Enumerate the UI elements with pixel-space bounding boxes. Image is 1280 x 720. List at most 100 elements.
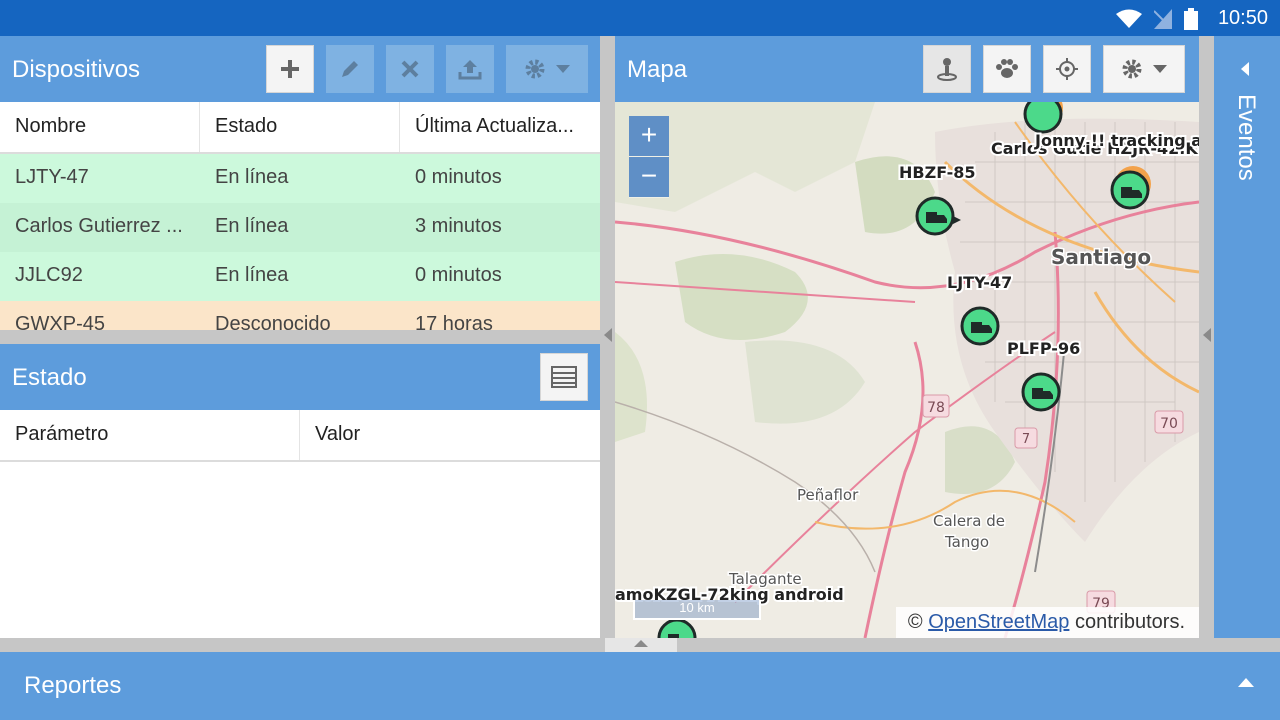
devices-title: Dispositivos xyxy=(12,56,141,83)
collapse-right-icon xyxy=(1203,328,1211,342)
column-header[interactable]: Estado xyxy=(200,102,400,152)
chevron-down-icon xyxy=(1153,65,1167,73)
road-shield: 70 xyxy=(1154,410,1184,434)
map-settings-button[interactable] xyxy=(1103,45,1185,93)
map-events-splitter[interactable] xyxy=(1199,36,1214,638)
chevron-up-icon[interactable] xyxy=(1238,676,1254,688)
place-label: Calera de xyxy=(933,512,1005,530)
place-label: Peñaflor xyxy=(797,486,859,504)
reports-splitter-handle[interactable] xyxy=(605,638,677,652)
reports-title: Reportes xyxy=(24,672,122,699)
state-header: Estado xyxy=(0,344,600,410)
place-label: Santiago xyxy=(1051,245,1151,269)
state-title: Estado xyxy=(12,364,87,391)
device-status: En línea xyxy=(215,215,289,237)
device-updated: 17 horas xyxy=(415,313,493,330)
vehicle-marker[interactable] xyxy=(1021,372,1061,412)
paw-icon xyxy=(996,59,1018,78)
table-row[interactable]: GWXP-45 Desconocido 17 horas xyxy=(0,301,600,330)
svg-text:7: 7 xyxy=(1022,432,1030,447)
clock: 10:50 xyxy=(1217,7,1268,29)
follow-button[interactable] xyxy=(983,45,1031,93)
road-shield: 78 xyxy=(922,394,950,418)
expand-left-icon[interactable] xyxy=(1239,62,1251,76)
remove-device-button[interactable] xyxy=(386,45,434,93)
vehicle-marker[interactable] xyxy=(960,306,1000,346)
devices-grid-header: Nombre Estado Última Actualiza... xyxy=(0,102,600,154)
map-attribution: © OpenStreetMap contributors. xyxy=(895,607,1199,638)
table-row[interactable]: LJTY-47 En línea 0 minutos xyxy=(0,154,600,203)
column-header[interactable]: Valor xyxy=(300,410,600,460)
edit-device-button[interactable] xyxy=(326,45,374,93)
device-settings-button[interactable] xyxy=(506,45,588,93)
state-columns-button[interactable] xyxy=(540,353,588,401)
crosshair-icon xyxy=(1056,58,1078,80)
marker-label: Jonny !! tracking ang xyxy=(1034,131,1199,150)
map-canvas[interactable]: 78 70 79 7 Santiago Peñaflor Calera de T… xyxy=(615,102,1199,638)
state-panel: Estado Parámetro Valor xyxy=(0,344,600,638)
battery-icon xyxy=(1184,8,1198,30)
reports-panel[interactable]: Reportes xyxy=(0,652,1280,720)
device-status: Desconocido xyxy=(215,313,331,330)
chevron-down-icon xyxy=(556,65,570,73)
upload-button[interactable] xyxy=(446,45,494,93)
device-updated: 0 minutos xyxy=(415,264,502,286)
place-label: Tango xyxy=(944,533,989,551)
devices-state-splitter[interactable] xyxy=(0,330,600,344)
svg-text:70: 70 xyxy=(1160,416,1178,432)
osm-link[interactable]: OpenStreetMap xyxy=(928,611,1069,633)
device-updated: 0 minutos xyxy=(415,166,502,188)
map-header: Mapa xyxy=(615,36,1199,102)
device-status: En línea xyxy=(215,264,289,286)
events-title: Eventos xyxy=(1233,94,1260,181)
device-name: Carlos Gutierrez ... xyxy=(15,215,183,237)
map-panel: Mapa 78 70 79 7 Santiago Peñaflor Calera… xyxy=(615,36,1199,638)
zoom-control: + − xyxy=(629,116,669,198)
device-name: GWXP-45 xyxy=(15,313,106,330)
device-status: En línea xyxy=(215,166,289,188)
marker-label: LJTY-47 xyxy=(947,273,1012,292)
left-map-splitter[interactable] xyxy=(600,36,615,638)
zoom-in-button[interactable]: + xyxy=(629,116,669,156)
locate-button[interactable] xyxy=(1043,45,1091,93)
device-updated: 3 minutos xyxy=(415,215,502,237)
chevron-up-icon xyxy=(634,640,648,647)
road-shield: 7 xyxy=(1014,427,1038,449)
pencil-icon xyxy=(342,61,358,77)
map-title: Mapa xyxy=(627,56,688,83)
svg-text:78: 78 xyxy=(927,400,945,416)
devices-panel: Dispositivos Nombre Estado Última Actual… xyxy=(0,36,600,330)
state-grid-header: Parámetro Valor xyxy=(0,410,600,462)
attribution-suffix: contributors. xyxy=(1069,611,1185,633)
add-device-button[interactable] xyxy=(266,45,314,93)
status-bar: 10:50 xyxy=(0,0,1280,36)
scale-bar: 10 km xyxy=(633,600,761,620)
device-name: LJTY-47 xyxy=(15,166,89,188)
collapse-left-icon xyxy=(604,328,612,342)
show-geofences-button[interactable] xyxy=(923,45,971,93)
marker-label: PLFP-96 xyxy=(1007,339,1080,358)
no-signal-icon xyxy=(1154,9,1172,29)
person-pin-icon xyxy=(937,58,957,81)
device-name: JJLC92 xyxy=(15,264,83,286)
upload-icon xyxy=(458,60,482,80)
devices-list: LJTY-47 En línea 0 minutos Carlos Gutier… xyxy=(0,154,600,330)
table-row[interactable]: JJLC92 En línea 0 minutos xyxy=(0,252,600,301)
attribution-prefix: © xyxy=(907,611,929,633)
marker-label: HBZF-85 xyxy=(899,163,976,182)
wifi-icon xyxy=(1116,9,1142,28)
list-icon xyxy=(551,366,577,388)
column-header[interactable]: Parámetro xyxy=(0,410,300,460)
devices-header: Dispositivos xyxy=(0,36,600,102)
map-tiles: 78 70 79 7 Santiago Peñaflor Calera de T… xyxy=(615,102,1199,638)
plus-icon xyxy=(281,60,299,78)
column-header[interactable]: Nombre xyxy=(0,102,200,152)
table-row[interactable]: Carlos Gutierrez ... En línea 3 minutos xyxy=(0,203,600,252)
gear-icon xyxy=(1122,59,1142,79)
column-header[interactable]: Última Actualiza... xyxy=(400,102,600,152)
reports-splitter[interactable] xyxy=(0,638,1280,652)
vehicle-marker[interactable] xyxy=(657,618,697,638)
close-icon xyxy=(401,60,419,78)
zoom-out-button[interactable]: − xyxy=(629,157,669,197)
events-panel[interactable]: Eventos xyxy=(1214,36,1280,638)
